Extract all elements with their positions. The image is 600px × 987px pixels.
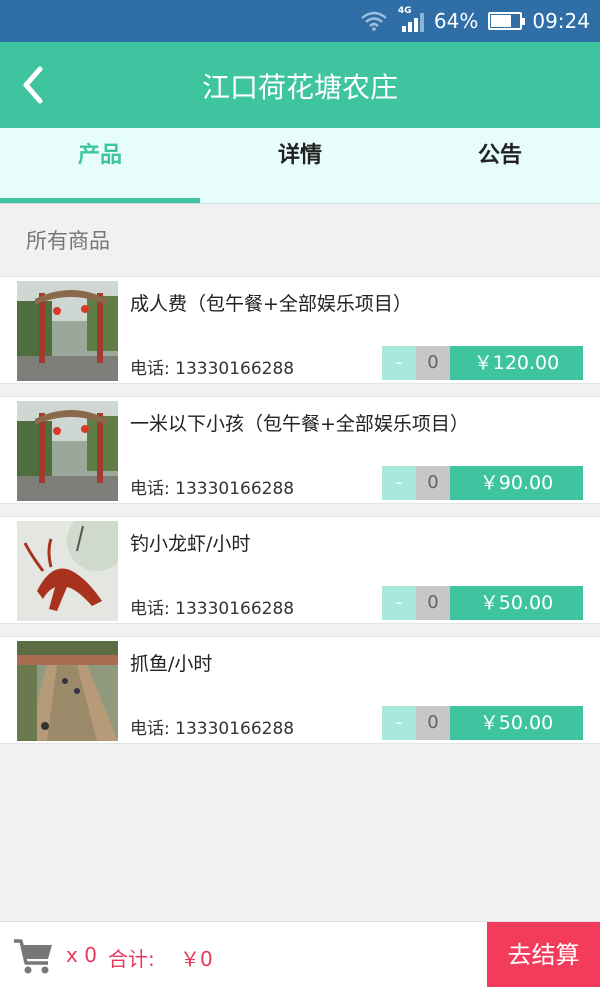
quantity-value: 0 — [416, 706, 450, 740]
quantity-stepper: - 0 ￥50.00 — [382, 586, 583, 620]
product-image — [17, 281, 118, 381]
quantity-value: 0 — [416, 466, 450, 500]
product-name: 钓小龙虾/小时 — [130, 533, 251, 555]
add-to-cart-price-button[interactable]: ￥50.00 — [450, 586, 583, 620]
cart-bar: x 0 合计: ￥0 去结算 — [0, 921, 600, 987]
decrease-button[interactable]: - — [382, 586, 416, 620]
product-item[interactable]: 钓小龙虾/小时 电话: 13330166288 - 0 ￥50.00 — [0, 516, 600, 624]
app-header: 江口荷花塘农庄 — [0, 42, 600, 128]
product-list: 成人费（包午餐+全部娱乐项目） 电话: 13330166288 - 0 ￥120… — [0, 276, 600, 756]
tab-details[interactable]: 详情 — [200, 128, 400, 203]
tab-announcements[interactable]: 公告 — [400, 128, 600, 203]
total-amount: ￥0 — [180, 947, 213, 971]
shopping-cart-icon[interactable] — [12, 937, 56, 975]
status-icons: 4G 64% 09:24 — [360, 0, 590, 42]
quantity-stepper: - 0 ￥50.00 — [382, 706, 583, 740]
tab-bar: 产品 详情 公告 — [0, 128, 600, 204]
decrease-button[interactable]: - — [382, 706, 416, 740]
quantity-value: 0 — [416, 346, 450, 380]
battery-percent: 64% — [433, 9, 479, 33]
quantity-value: 0 — [416, 586, 450, 620]
product-phone: 电话: 13330166288 — [130, 359, 295, 379]
product-item[interactable]: 成人费（包午餐+全部娱乐项目） 电话: 13330166288 - 0 ￥120… — [0, 276, 600, 384]
add-to-cart-price-button[interactable]: ￥50.00 — [450, 706, 583, 740]
status-bar: 4G 64% 09:24 — [0, 0, 600, 42]
product-phone: 电话: 13330166288 — [130, 479, 295, 499]
decrease-button[interactable]: - — [382, 346, 416, 380]
total-label: 合计: — [108, 947, 155, 971]
product-name: 成人费（包午餐+全部娱乐项目） — [130, 293, 412, 315]
product-phone: 电话: 13330166288 — [130, 719, 295, 739]
page-title: 江口荷花塘农庄 — [201, 71, 398, 104]
cart-count: x 0 — [66, 943, 97, 967]
product-item[interactable]: 一米以下小孩（包午餐+全部娱乐项目） 电话: 13330166288 - 0 ￥… — [0, 396, 600, 504]
product-item[interactable]: 抓鱼/小时 电话: 13330166288 - 0 ￥50.00 — [0, 636, 600, 744]
clock: 09:24 — [532, 9, 590, 33]
tab-products[interactable]: 产品 — [0, 128, 200, 203]
product-image — [17, 641, 118, 741]
checkout-button[interactable]: 去结算 — [487, 922, 600, 987]
product-name: 一米以下小孩（包午餐+全部娱乐项目） — [130, 413, 469, 435]
decrease-button[interactable]: - — [382, 466, 416, 500]
product-image — [17, 401, 118, 501]
cellular-signal-icon: 4G — [398, 6, 424, 32]
battery-fill — [491, 15, 511, 27]
add-to-cart-price-button[interactable]: ￥90.00 — [450, 466, 583, 500]
wifi-icon — [360, 11, 388, 31]
add-to-cart-price-button[interactable]: ￥120.00 — [450, 346, 583, 380]
quantity-stepper: - 0 ￥120.00 — [382, 346, 583, 380]
product-phone: 电话: 13330166288 — [130, 599, 295, 619]
product-name: 抓鱼/小时 — [130, 653, 213, 675]
section-title: 所有商品 — [26, 229, 110, 253]
quantity-stepper: - 0 ￥90.00 — [382, 466, 583, 500]
product-image — [17, 521, 118, 621]
battery-icon — [488, 12, 526, 30]
